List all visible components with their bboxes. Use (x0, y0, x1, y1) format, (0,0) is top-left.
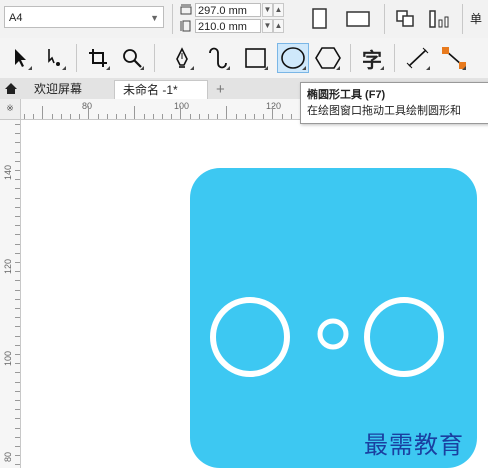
artwork (190, 168, 477, 468)
tooltip-title: 椭圆形工具 (F7) (307, 89, 386, 101)
tooltip-description: 在绘图窗口拖动工具绘制圆形和 (307, 105, 461, 117)
ellipse-tool-tooltip: 椭圆形工具 (F7) 在绘图窗口拖动工具绘制圆形和 (300, 82, 488, 124)
watermark-text: 最需教育 (364, 431, 464, 459)
